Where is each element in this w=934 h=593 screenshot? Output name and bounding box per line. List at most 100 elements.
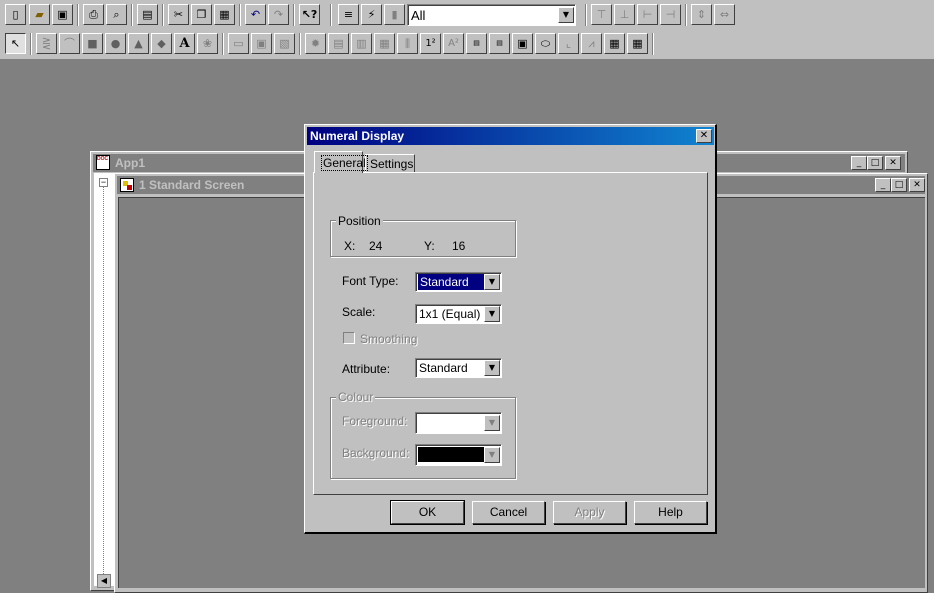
screen-maximize-button[interactable]: □ <box>891 178 907 192</box>
text-tool-glyph: A <box>179 36 190 51</box>
chevron-down-icon[interactable]: ▼ <box>558 7 574 23</box>
chevron-down-icon[interactable]: ▼ <box>484 360 500 376</box>
copy-icon[interactable]: ❐ <box>191 4 212 25</box>
switch-icon[interactable]: ▤ <box>328 33 349 54</box>
ascii-icon[interactable]: A² <box>443 33 464 54</box>
alarm-icon[interactable]: ▦ <box>627 33 648 54</box>
space-horizontal-icon[interactable]: ⇔ <box>714 4 735 25</box>
foreground-label: Foreground: <box>342 414 408 428</box>
cut-icon[interactable]: ✂ <box>168 4 189 25</box>
bar-graph-icon[interactable]: ▥ <box>351 33 372 54</box>
ok-button[interactable]: OK <box>390 500 465 525</box>
group-icon[interactable]: ▧ <box>274 33 295 54</box>
multi-bar-icon[interactable]: ⫼ <box>397 33 418 54</box>
scale-select[interactable]: 1x1 (Equal) ▼ <box>415 304 502 324</box>
chart-icon[interactable]: ⌞ <box>558 33 579 54</box>
font-type-value: Standard <box>418 274 484 290</box>
message-icon[interactable]: ▣ <box>512 33 533 54</box>
screen-window-title: 1 Standard Screen <box>139 178 245 192</box>
x-value: 24 <box>369 239 383 253</box>
undo-icon[interactable]: ↶ <box>245 4 266 25</box>
import-image-icon[interactable]: ▤ <box>137 4 158 25</box>
new-file-icon[interactable]: ▯ <box>5 4 26 25</box>
smoothing-label: Smoothing <box>360 332 418 346</box>
colour-group <box>330 397 516 479</box>
numeral-icon[interactable]: 1² <box>420 33 441 54</box>
paste-icon[interactable]: ▦ <box>214 4 235 25</box>
toolbar-separator <box>330 4 332 26</box>
collapse-icon[interactable]: − <box>99 178 108 187</box>
tab-general-label: General <box>321 155 368 171</box>
arc-icon[interactable]: ⌒ <box>59 33 80 54</box>
diamond-icon[interactable]: ◆ <box>151 33 172 54</box>
smoothing-checkbox[interactable] <box>343 332 355 344</box>
bitmap-icon[interactable]: ❀ <box>197 33 218 54</box>
dialog-close-button[interactable]: ✕ <box>696 129 712 143</box>
toolbar-separator <box>77 4 79 26</box>
background-select[interactable]: ▼ <box>415 444 502 466</box>
save-icon[interactable]: ▣ <box>52 4 73 25</box>
align-bottom-icon[interactable]: ⊥ <box>614 4 635 25</box>
keypad-icon[interactable]: ▤ <box>466 33 487 54</box>
table-icon[interactable]: ▦ <box>604 33 625 54</box>
lamp-icon[interactable]: ✹ <box>305 33 326 54</box>
close-button[interactable]: ✕ <box>885 156 901 170</box>
frame-icon[interactable]: ▣ <box>251 33 272 54</box>
tree-panel: − ◀ <box>94 173 115 588</box>
numeral-display-dialog: Numeral Display ✕ General Settings Posit… <box>304 124 717 534</box>
trend-icon[interactable]: ⬭ <box>535 33 556 54</box>
cancel-button[interactable]: Cancel <box>472 501 545 524</box>
align-top-icon[interactable]: ⊤ <box>591 4 612 25</box>
redo-icon[interactable]: ↷ <box>268 4 289 25</box>
tool-icon[interactable]: ⚡ <box>361 4 382 25</box>
toolbar-separator <box>293 4 295 26</box>
foreground-select[interactable]: ▼ <box>415 412 502 434</box>
xy-plot-icon[interactable]: ⩘ <box>581 33 602 54</box>
help-button[interactable]: Help <box>634 501 707 524</box>
font-type-label: Font Type: <box>342 274 399 288</box>
text-tool-icon[interactable]: A <box>174 33 195 54</box>
toolbar-separator <box>239 4 241 26</box>
colour-group-label: Colour <box>336 390 376 404</box>
font-type-select[interactable]: Standard ▼ <box>415 272 502 292</box>
foreground-swatch <box>418 415 482 429</box>
filter-select[interactable]: All ▼ <box>407 4 576 26</box>
position-group-label: Position <box>336 214 383 228</box>
open-folder-icon[interactable]: ▰ <box>29 4 50 25</box>
tab-settings[interactable]: Settings <box>365 154 415 173</box>
align-left-icon[interactable]: ⊢ <box>637 4 658 25</box>
chevron-down-icon[interactable]: ▼ <box>484 306 500 322</box>
rectangle-icon[interactable]: ■ <box>82 33 103 54</box>
polygon-icon[interactable]: ▲ <box>128 33 149 54</box>
toolbar-separator <box>299 33 301 55</box>
select-pointer-icon[interactable]: ↖ <box>5 33 26 54</box>
screen-close-button[interactable]: ✕ <box>909 178 925 192</box>
text-field-icon[interactable]: ▭ <box>228 33 249 54</box>
tab-settings-label: Settings <box>370 157 414 171</box>
align-right-icon[interactable]: ⊣ <box>660 4 681 25</box>
align-text-icon[interactable]: ≡ <box>338 4 359 25</box>
context-help-icon[interactable]: ↖? <box>299 4 320 25</box>
chevron-down-icon[interactable]: ▼ <box>484 447 500 463</box>
chevron-down-icon[interactable]: ▼ <box>484 274 500 290</box>
attribute-select[interactable]: Standard ▼ <box>415 358 502 378</box>
space-vertical-icon[interactable]: ⇕ <box>691 4 712 25</box>
print-preview-icon[interactable]: ⌕ <box>106 4 127 25</box>
minimize-button[interactable]: _ <box>851 156 867 170</box>
apply-button[interactable]: Apply <box>553 501 626 524</box>
doc-icon: DOC <box>96 155 110 170</box>
circle-icon[interactable]: ● <box>105 33 126 54</box>
bar-icon[interactable]: ▮ <box>384 4 405 25</box>
ascii-entry-icon[interactable]: ▤ <box>489 33 510 54</box>
meter-icon[interactable]: ▦ <box>374 33 395 54</box>
x-label: X: <box>344 239 356 253</box>
polyline-icon[interactable]: ⋛ <box>36 33 57 54</box>
print-icon[interactable]: ⎙ <box>83 4 104 25</box>
tab-general[interactable]: General <box>314 151 368 173</box>
screen-minimize-button[interactable]: _ <box>875 178 891 192</box>
tab-page: Position X: 24 Y: 16 Font Type: Standard… <box>313 172 708 495</box>
dialog-titlebar[interactable]: Numeral Display ✕ <box>307 127 714 145</box>
maximize-button[interactable]: □ <box>867 156 883 170</box>
chevron-down-icon[interactable]: ▼ <box>484 415 500 431</box>
dialog-title: Numeral Display <box>310 129 405 143</box>
